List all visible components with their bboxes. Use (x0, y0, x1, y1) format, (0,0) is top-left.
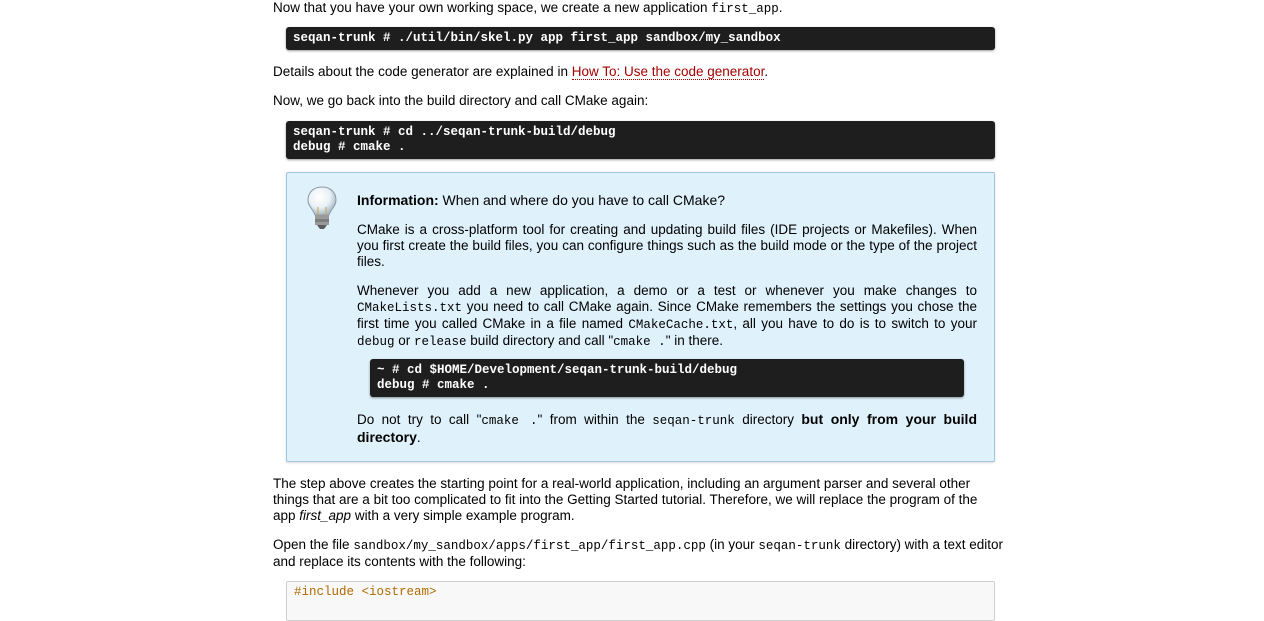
information-warning: Do not try to call "cmake ." from within… (357, 411, 977, 445)
code-line: debug # cmake . (293, 140, 406, 154)
code-block-cd-build: ~ # cd $HOME/Development/seqan-trunk-bui… (370, 359, 964, 397)
information-box: Information: When and where do you have … (286, 172, 995, 462)
code-generator-link[interactable]: How To: Use the code generator (571, 64, 765, 80)
code-line: ~ # cd $HOME/Development/seqan-trunk-bui… (377, 363, 738, 377)
code-line: seqan-trunk # cd ../seqan-trunk-build/de… (293, 125, 616, 139)
inline-code: first_app (711, 2, 779, 16)
information-paragraph: Whenever you add a new application, a de… (357, 283, 977, 349)
code-line: debug # cmake . (377, 378, 490, 392)
code-line: seqan-trunk # ./util/bin/skel.py app fir… (293, 31, 781, 45)
starting-point-paragraph: The step above creates the starting poin… (273, 476, 978, 523)
generator-paragraph: Details about the code generator are exp… (273, 64, 769, 80)
code-block-skel: seqan-trunk # ./util/bin/skel.py app fir… (286, 27, 995, 50)
code-block-cmake: seqan-trunk # cd ../seqan-trunk-build/de… (286, 121, 995, 159)
intro-paragraph: Now that you have your own working space… (273, 0, 783, 16)
information-paragraph: CMake is a cross-platform tool for creat… (357, 222, 977, 269)
code-block-example: #include <iostream> (286, 581, 995, 621)
lightbulb-icon (307, 186, 337, 229)
code-line: #include <iostream> (294, 585, 437, 599)
open-file-paragraph: Open the file sandbox/my_sandbox/apps/fi… (273, 537, 1003, 569)
cmake-again-paragraph: Now, we go back into the build directory… (273, 93, 649, 108)
information-title: Information: When and where do you have … (357, 192, 726, 208)
